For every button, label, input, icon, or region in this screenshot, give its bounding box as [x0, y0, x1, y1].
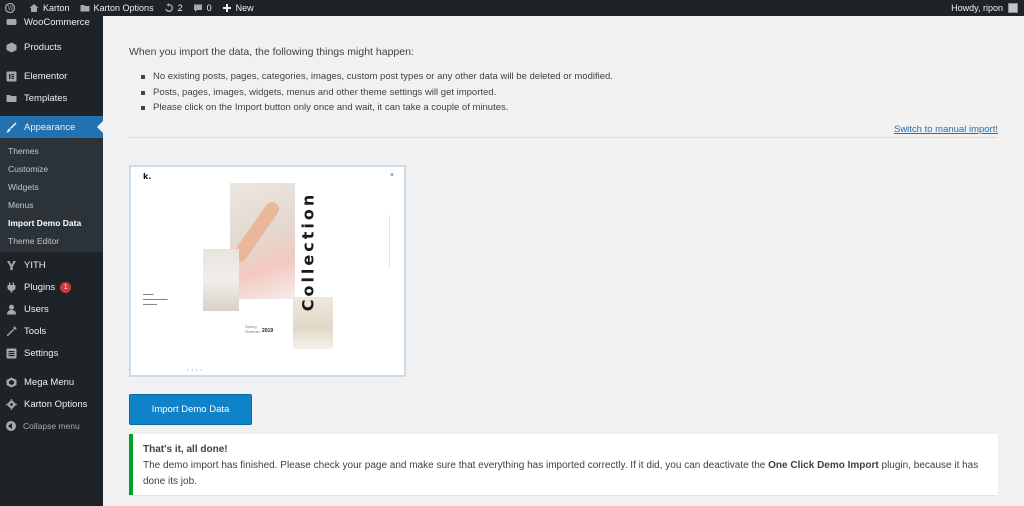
sidebar-item-plugins[interactable]: Plugins 1 [0, 276, 103, 298]
updates-link[interactable]: 2 [159, 0, 188, 16]
brush-icon [6, 122, 17, 132]
tools-icon [6, 326, 17, 336]
appearance-submenu: Themes Customize Widgets Menus Import De… [0, 138, 103, 252]
submenu-item-theme-editor[interactable]: Theme Editor [0, 232, 103, 250]
svg-text:W: W [8, 6, 15, 13]
switch-to-manual-import-link[interactable]: Switch to manual import! [894, 124, 998, 135]
divider [129, 137, 998, 138]
sidebar-item-label: Appearance [24, 121, 76, 133]
sidebar-item-label: Products [24, 41, 62, 53]
sidebar-item-mega-menu[interactable]: Mega Menu [0, 371, 103, 393]
sidebar-item-users[interactable]: Users [0, 298, 103, 320]
products-icon [6, 42, 17, 52]
collapse-label: Collapse menu [23, 421, 80, 431]
preview-photo-model [203, 249, 239, 311]
sidebar-item-settings[interactable]: Settings [0, 342, 103, 364]
intro-text: When you import the data, the following … [129, 46, 414, 58]
notice-text-before: The demo import has finished. Please che… [143, 460, 769, 471]
sidebar-item-templates[interactable]: Templates [0, 87, 103, 109]
comment-icon [193, 4, 202, 12]
preview-side-text: ▬▬▬ ▬▬▬▬▬▬▬ ▬▬▬▬ [143, 292, 168, 306]
import-demo-data-button[interactable]: Import Demo Data [129, 394, 252, 425]
main-content: When you import the data, the following … [103, 16, 1024, 506]
list-item: Posts, pages, images, widgets, menus and… [129, 85, 613, 101]
greeting: Howdy, ripon [951, 3, 1003, 13]
preview-summer: Summer [245, 329, 261, 334]
new-label: New [235, 3, 254, 13]
woocommerce-icon [6, 18, 17, 25]
notice-title: That's it, all done! [143, 444, 228, 455]
folder-icon [6, 94, 17, 102]
gear-icon [6, 398, 17, 410]
submenu-item-menus[interactable]: Menus [0, 196, 103, 214]
wordpress-icon: W [5, 3, 15, 13]
admin-bar: W Karton Karton Options 2 0 New Howdy, r… [0, 0, 1024, 16]
plugins-update-badge: 1 [60, 281, 72, 293]
users-icon [7, 304, 16, 314]
sidebar-item-label: YITH [24, 259, 46, 271]
collapse-icon [6, 421, 16, 431]
preview-year: 2019 [262, 328, 274, 334]
sidebar-item-karton-options[interactable]: Karton Options [0, 393, 103, 415]
notice-plugin-name: One Click Demo Import [768, 460, 879, 471]
preview-collection-word: Collection [298, 191, 318, 311]
sidebar-item-label: Users [24, 303, 49, 315]
list-item: No existing posts, pages, categories, im… [129, 69, 613, 85]
sidebar-item-label: Plugins [24, 281, 56, 293]
sidebar-item-label: Templates [24, 92, 68, 104]
preview-logo: k. [143, 172, 152, 181]
sidebar-item-products[interactable]: Products [0, 36, 103, 58]
demo-preview-image: k. × Collection ▬▬▬ ▬▬▬▬▬▬▬ ▬▬▬▬ Spring Sum… [129, 165, 406, 377]
avatar [1008, 3, 1018, 13]
preview-close-mark: × [389, 172, 394, 179]
new-content-link[interactable]: New [217, 0, 259, 16]
submenu-item-customize[interactable]: Customize [0, 160, 103, 178]
sidebar-item-label: Tools [24, 325, 47, 337]
sidebar-item-label: WooCommerce [24, 16, 90, 28]
import-effects-list: No existing posts, pages, categories, im… [129, 69, 613, 116]
sidebar-item-label: Mega Menu [24, 376, 75, 388]
preview-season-text: Spring Summer [245, 324, 260, 334]
folder-icon [80, 5, 90, 12]
sidebar-item-yith[interactable]: YITH [0, 254, 103, 276]
my-account-link[interactable]: Howdy, ripon [946, 0, 1024, 16]
yith-icon [7, 260, 16, 270]
collapse-menu-button[interactable]: Collapse menu [0, 415, 103, 437]
sidebar-item-woocommerce[interactable]: WooCommerce [0, 14, 103, 30]
submenu-item-import-demo-data[interactable]: Import Demo Data [0, 214, 103, 232]
submenu-item-widgets[interactable]: Widgets [0, 178, 103, 196]
updates-count: 2 [177, 3, 183, 13]
preview-line [389, 215, 390, 267]
plus-icon [222, 4, 231, 12]
theme-options-label: Karton Options [93, 3, 154, 13]
sidebar-item-appearance[interactable]: Appearance [0, 116, 103, 138]
elementor-icon [6, 71, 17, 81]
preview-dots: • • • • [187, 367, 203, 372]
sidebar-item-label: Settings [24, 347, 59, 359]
submenu-item-themes[interactable]: Themes [0, 142, 103, 160]
sidebar-item-label: Karton Options [24, 398, 88, 410]
sidebar-item-tools[interactable]: Tools [0, 320, 103, 342]
sidebar-item-elementor[interactable]: Elementor [0, 65, 103, 87]
admin-sidebar: WooCommerce Products Elementor Templates… [0, 16, 103, 506]
list-item: Please click on the Import button only o… [129, 100, 613, 116]
plugins-icon [7, 282, 16, 292]
sidebar-item-label: Elementor [24, 70, 68, 82]
site-name: Karton [43, 3, 70, 13]
settings-icon [6, 348, 17, 358]
import-success-notice: That's it, all done! The demo import has… [129, 434, 998, 495]
preview-collection-text: Collection [298, 191, 318, 311]
home-icon [29, 4, 39, 12]
comments-link[interactable]: 0 [188, 0, 217, 16]
comments-count: 0 [206, 3, 212, 13]
mega-menu-icon [6, 377, 17, 387]
updates-icon [164, 3, 173, 12]
